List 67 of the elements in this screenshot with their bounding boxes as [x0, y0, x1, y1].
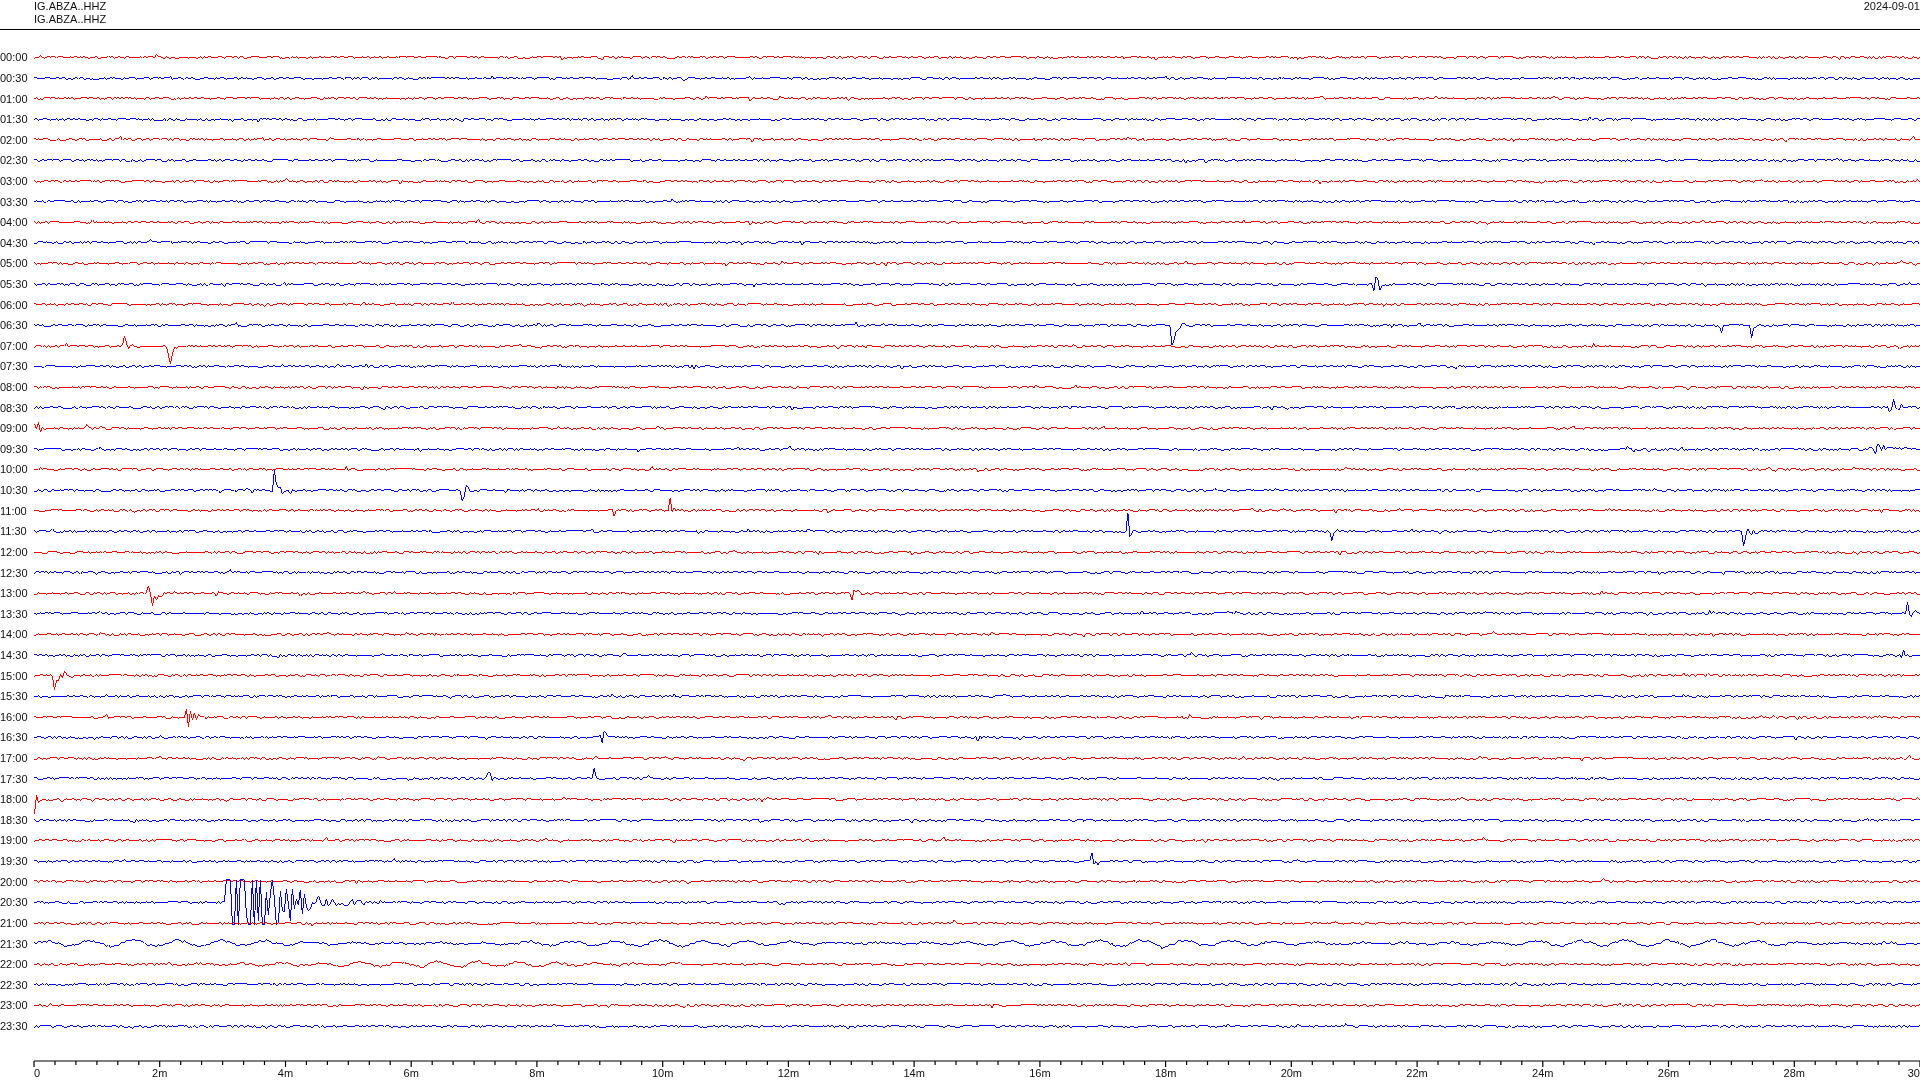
axis-tick-label: 26m: [1657, 1067, 1680, 1080]
axis-tick-label: 30: [1907, 1067, 1920, 1080]
time-label: 02:30: [0, 154, 29, 167]
time-label: 16:30: [0, 731, 29, 744]
axis-tick-label: 14m: [903, 1067, 925, 1080]
time-label: 16:00: [0, 710, 29, 723]
axis-tick-label: 10m: [651, 1067, 674, 1080]
time-label: 20:30: [0, 896, 29, 909]
time-label: 14:00: [0, 628, 29, 641]
axis-tick-label: 24m: [1532, 1067, 1554, 1080]
time-label: 03:00: [0, 174, 29, 187]
time-label: 14:30: [0, 648, 29, 661]
time-label: 13:00: [0, 587, 29, 600]
time-label: 05:30: [0, 278, 29, 290]
time-label: 04:30: [0, 236, 29, 249]
time-label: 09:30: [0, 442, 29, 455]
time-label: 19:00: [0, 834, 29, 847]
station-label: IG.ABZA..HHZ: [34, 0, 107, 13]
time-label: 11:00: [0, 504, 28, 517]
time-label: 03:30: [0, 195, 29, 208]
axis-tick-label: 18m: [1154, 1067, 1177, 1080]
axis-tick-label: 6m: [403, 1067, 419, 1080]
time-label: 15:00: [0, 669, 29, 682]
axis-tick-label: 12m: [777, 1067, 800, 1080]
time-label: 01:00: [0, 92, 29, 105]
axis-tick-label: 4m: [277, 1067, 294, 1080]
time-label: 18:00: [0, 793, 29, 806]
axis-tick-label: 16m: [1029, 1067, 1051, 1080]
time-label: 22:00: [0, 958, 29, 971]
time-label: 17:30: [0, 772, 29, 785]
time-label: 06:30: [0, 319, 29, 332]
time-label: 13:30: [0, 607, 29, 620]
time-label: 21:00: [0, 916, 29, 929]
axis-tick-label: 2m: [152, 1067, 168, 1080]
time-label: 12:00: [0, 545, 29, 558]
time-label: 22:30: [0, 978, 29, 991]
time-label: 10:00: [0, 463, 29, 476]
time-label: 07:00: [0, 339, 29, 352]
time-label: 00:30: [0, 71, 29, 84]
time-label: 08:00: [0, 381, 29, 394]
time-label: 05:00: [0, 257, 29, 270]
axis-tick-label: 8m: [529, 1067, 545, 1080]
time-label: 09:00: [0, 422, 29, 435]
time-label: 08:30: [0, 401, 29, 414]
time-label: 23:30: [0, 1019, 29, 1032]
time-label: 00:00: [0, 51, 29, 64]
time-label: 19:30: [0, 855, 29, 868]
time-label: 11:30: [0, 525, 28, 538]
time-label: 18:30: [0, 813, 29, 826]
date-label: 2024-09-01: [1863, 0, 1920, 13]
station-label: IG.ABZA..HHZ: [34, 13, 107, 26]
axis-tick-label: 20m: [1280, 1067, 1303, 1080]
time-label: 15:30: [0, 690, 29, 703]
time-label: 10:30: [0, 484, 29, 497]
time-label: 17:00: [0, 752, 29, 764]
time-label: 06:00: [0, 298, 29, 311]
axis-tick-label: 0: [34, 1067, 41, 1080]
time-label: 23:00: [0, 999, 29, 1012]
time-label: 07:30: [0, 360, 29, 373]
time-label: 12:30: [0, 566, 29, 579]
time-label: 02:00: [0, 133, 29, 146]
time-label: 20:00: [0, 875, 29, 888]
time-label: 04:00: [0, 216, 29, 229]
time-label: 21:30: [0, 937, 29, 950]
axis-tick-label: 22m: [1406, 1067, 1428, 1080]
time-label: 01:30: [0, 113, 29, 126]
axis-tick-label: 28m: [1783, 1067, 1805, 1080]
